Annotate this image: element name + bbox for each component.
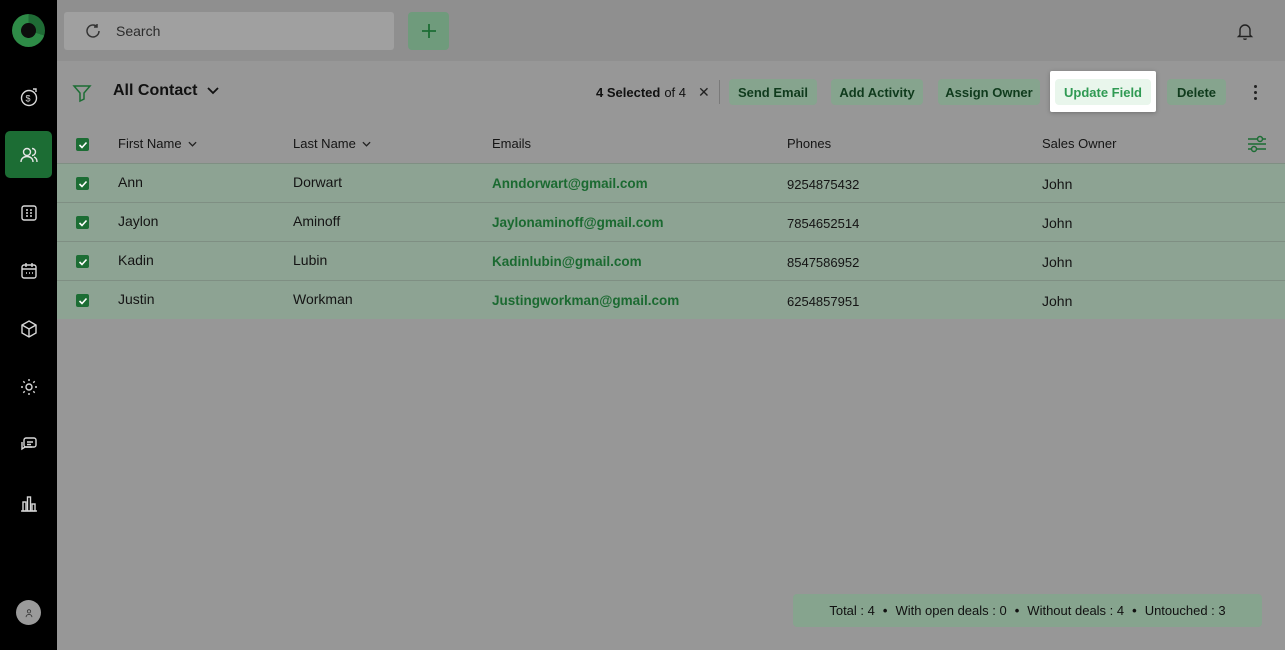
owner-cell: John — [1042, 293, 1073, 309]
sidebar-item-messages[interactable] — [5, 421, 52, 468]
sidebar-item-deals[interactable]: $ — [5, 73, 52, 120]
check-icon — [78, 180, 87, 188]
check-icon — [78, 297, 87, 305]
summary-bar: Total : 4 • With open deals : 0 • Withou… — [793, 594, 1262, 627]
chat-icon — [20, 436, 37, 450]
sidebar-item-products[interactable] — [5, 305, 52, 352]
column-phones: Phones — [787, 136, 832, 151]
top-bar: Search — [57, 0, 1285, 61]
owner-cell: John — [1042, 254, 1073, 270]
view-title: All Contact — [113, 82, 198, 99]
plus-icon — [421, 24, 436, 38]
more-options-icon[interactable] — [1250, 82, 1260, 102]
table-row[interactable]: Ann Dorwart Anndorwart@gmail.com 9254875… — [57, 163, 1285, 202]
clear-selection-icon[interactable]: ✕ — [698, 84, 710, 101]
bar-chart-icon — [20, 495, 37, 512]
users-icon — [19, 147, 38, 162]
separator-dot: • — [1014, 603, 1020, 618]
separator-dot: • — [882, 603, 888, 618]
separator-dot: • — [1132, 603, 1137, 618]
email-link[interactable]: Justingworkman@gmail.com — [492, 293, 679, 308]
app-logo[interactable] — [12, 14, 45, 47]
phone-cell: 6254857951 — [787, 294, 860, 309]
email-link[interactable]: Anndorwart@gmail.com — [492, 176, 648, 191]
first-name-cell: Kadin — [118, 252, 154, 268]
table-row[interactable]: Kadin Lubin Kadinlubin@gmail.com 8547586… — [57, 241, 1285, 280]
last-name-cell: Dorwart — [293, 174, 343, 190]
last-name-cell: Lubin — [293, 252, 328, 268]
last-name-cell: Aminoff — [293, 213, 341, 229]
search-icon — [86, 24, 100, 38]
owner-cell: John — [1042, 176, 1073, 192]
row-checkbox[interactable] — [76, 177, 89, 190]
column-last-name[interactable]: Last Name — [293, 136, 371, 151]
check-icon — [78, 141, 87, 149]
add-button[interactable] — [408, 12, 449, 50]
first-name-cell: Justin — [118, 291, 155, 307]
last-name-cell: Workman — [293, 291, 353, 307]
column-settings-icon[interactable] — [1247, 135, 1267, 153]
check-icon — [78, 258, 87, 266]
selection-info: 4 Selected of 4 ✕ — [596, 84, 710, 101]
table-row[interactable]: Jaylon Aminoff Jaylonaminoff@gmail.com 7… — [57, 202, 1285, 241]
sidebar-item-reports[interactable] — [5, 479, 52, 526]
sidebar: $ — [0, 0, 57, 650]
search-input[interactable]: Search — [116, 23, 160, 39]
sidebar-item-calendar[interactable] — [5, 247, 52, 294]
check-icon — [78, 219, 87, 227]
column-first-name[interactable]: First Name — [118, 136, 197, 151]
phone-cell: 8547586952 — [787, 255, 860, 270]
gear-icon — [20, 378, 37, 395]
dollar-icon: $ — [20, 87, 37, 106]
chevron-down-icon — [187, 141, 197, 147]
column-emails: Emails — [492, 136, 532, 151]
view-selector[interactable]: All Contact — [113, 82, 220, 100]
search-box[interactable]: Search — [64, 12, 394, 50]
row-checkbox[interactable] — [76, 216, 89, 229]
selected-count: 4 Selected — [596, 85, 661, 100]
chevron-down-icon — [207, 87, 220, 95]
svg-text:$: $ — [25, 93, 30, 103]
first-name-cell: Jaylon — [118, 213, 159, 229]
box-icon — [20, 319, 37, 338]
sidebar-item-contacts[interactable] — [5, 131, 52, 178]
email-link[interactable]: Jaylonaminoff@gmail.com — [492, 215, 663, 230]
delete-button[interactable]: Delete — [1167, 79, 1226, 105]
divider — [719, 80, 720, 104]
summary-open-deals: With open deals : 0 — [895, 603, 1007, 618]
selected-total: of 4 — [664, 85, 687, 100]
send-email-button[interactable]: Send Email — [729, 79, 817, 105]
bell-icon[interactable] — [1235, 21, 1255, 41]
filter-icon[interactable] — [72, 83, 92, 103]
first-name-cell: Ann — [118, 174, 143, 190]
main-content: Search All Contact 4 Selected of 4 ✕ Sen… — [57, 0, 1285, 650]
column-first-name-label: First Name — [118, 136, 182, 151]
email-link[interactable]: Kadinlubin@gmail.com — [492, 254, 642, 269]
update-field-button[interactable]: Update Field — [1055, 79, 1151, 105]
calendar-icon — [20, 262, 37, 279]
select-all-checkbox[interactable] — [76, 138, 89, 151]
building-icon — [20, 204, 37, 221]
owner-cell: John — [1042, 215, 1073, 231]
column-last-name-label: Last Name — [293, 136, 356, 151]
add-activity-button[interactable]: Add Activity — [831, 79, 923, 105]
summary-total: Total : 4 — [829, 603, 875, 618]
chevron-down-icon — [362, 141, 371, 147]
user-icon — [25, 608, 32, 617]
phone-cell: 9254875432 — [787, 177, 860, 192]
table-header: First Name Last Name Emails Phones Sales… — [57, 125, 1285, 163]
phone-cell: 7854652514 — [787, 216, 860, 231]
row-checkbox[interactable] — [76, 294, 89, 307]
sidebar-item-companies[interactable] — [5, 189, 52, 236]
assign-owner-button[interactable]: Assign Owner — [938, 79, 1040, 105]
summary-without-deals: Without deals : 4 — [1027, 603, 1125, 618]
row-checkbox[interactable] — [76, 255, 89, 268]
summary-untouched: Untouched : 3 — [1144, 603, 1226, 618]
table-row[interactable]: Justin Workman Justingworkman@gmail.com … — [57, 280, 1285, 319]
sidebar-item-settings[interactable] — [5, 363, 52, 410]
user-avatar[interactable] — [16, 600, 41, 625]
column-sales-owner: Sales Owner — [1042, 136, 1117, 151]
